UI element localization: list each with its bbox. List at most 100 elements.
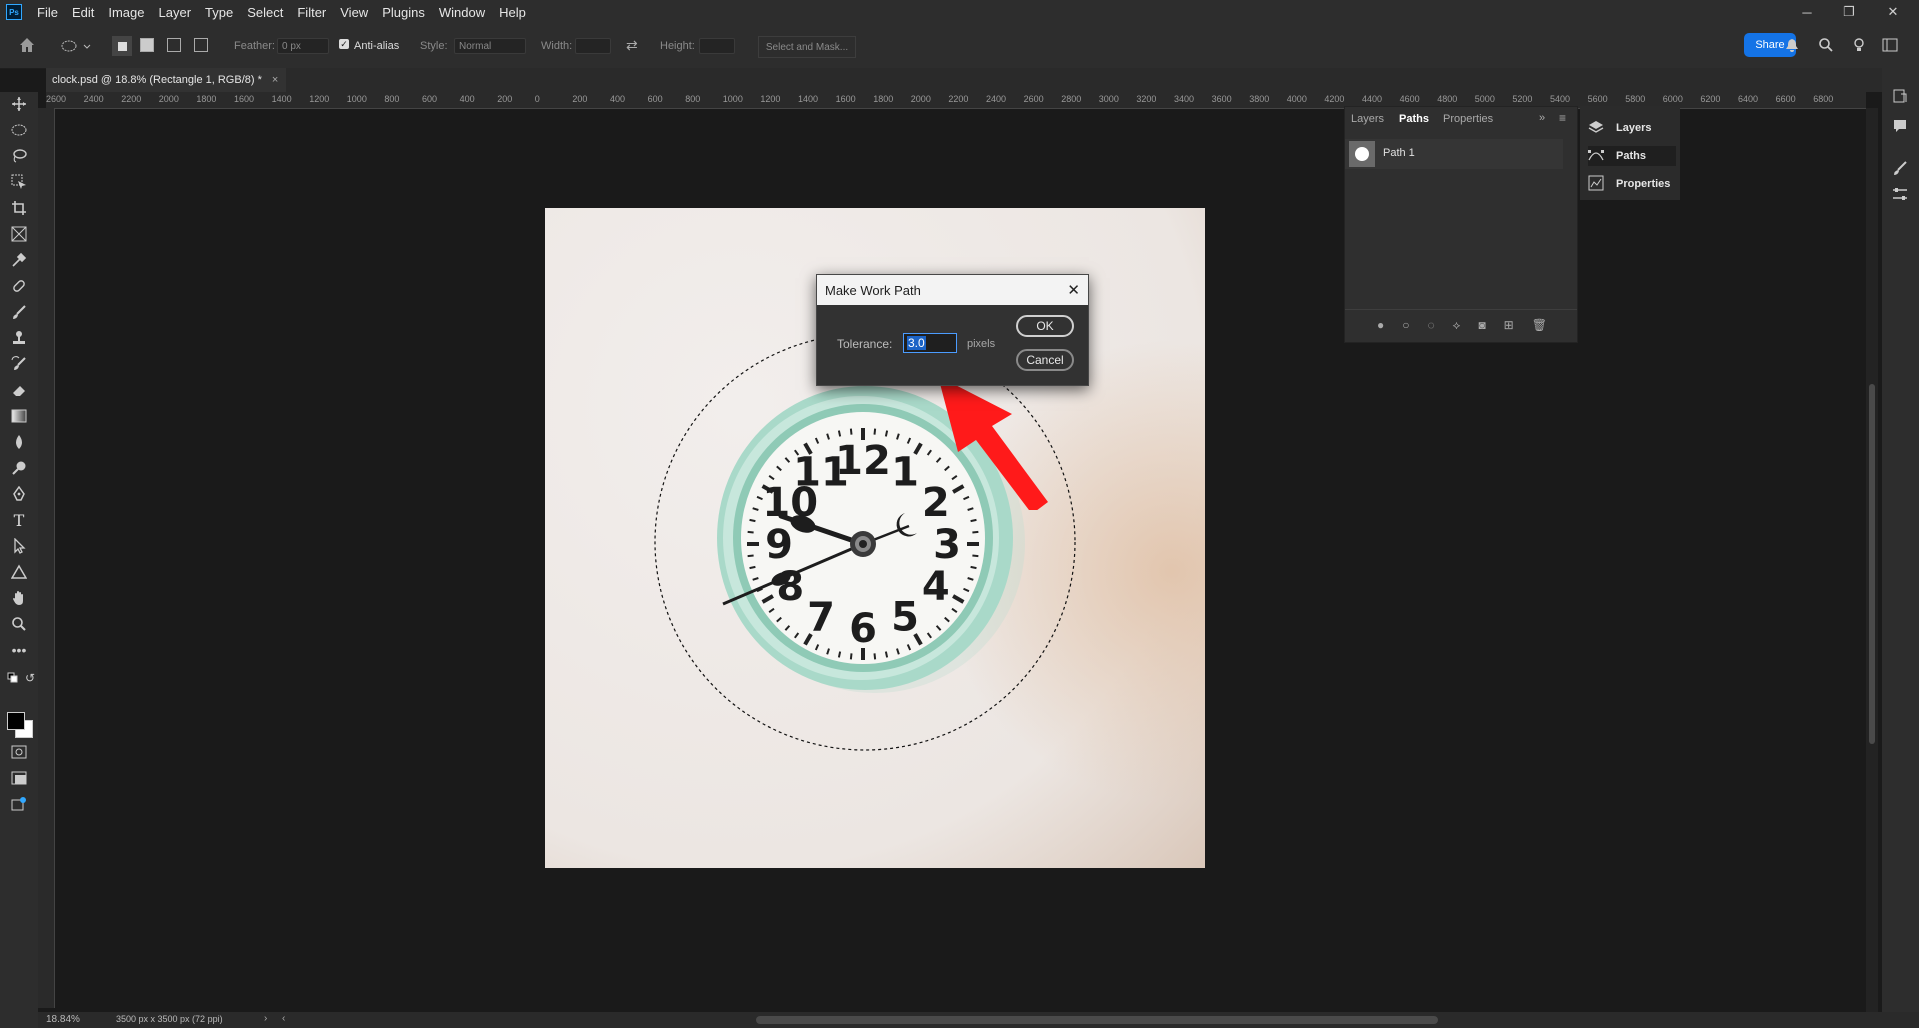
shape-tool-icon[interactable] bbox=[9, 562, 29, 582]
clock-tick bbox=[849, 428, 853, 435]
add-selection-icon[interactable] bbox=[140, 38, 154, 52]
menu-edit[interactable]: Edit bbox=[65, 5, 101, 20]
frame-tool-icon[interactable] bbox=[9, 224, 29, 244]
menu-plugins[interactable]: Plugins bbox=[375, 5, 432, 20]
edit-toolbar-icon[interactable] bbox=[9, 794, 29, 814]
history-brush-icon[interactable] bbox=[9, 354, 29, 374]
vertical-scrollbar[interactable] bbox=[1866, 108, 1878, 1012]
vertical-scroll-thumb[interactable] bbox=[1869, 384, 1875, 744]
status-expand-icon[interactable]: › bbox=[264, 1013, 267, 1024]
cancel-button[interactable]: Cancel bbox=[1016, 349, 1074, 371]
dock-label-paths: Paths bbox=[1616, 150, 1646, 162]
clock-tick bbox=[884, 651, 889, 658]
feather-input[interactable]: 0 px bbox=[277, 38, 329, 54]
panel-menu-icon[interactable]: ≡ bbox=[1559, 111, 1566, 125]
eyedropper-tool-icon[interactable] bbox=[9, 250, 29, 270]
new-path-icon[interactable]: ⊞ bbox=[1504, 318, 1514, 332]
style-select[interactable]: Normal bbox=[454, 38, 526, 54]
document-tab-close-icon[interactable]: × bbox=[272, 74, 278, 86]
document-tab-bar: clock.psd @ 18.8% (Rectangle 1, RGB/8) *… bbox=[46, 68, 1919, 92]
discover-lightbulb-icon[interactable] bbox=[1851, 36, 1867, 59]
ok-button[interactable]: OK bbox=[1016, 315, 1074, 337]
history-panel-icon[interactable] bbox=[1892, 88, 1908, 109]
more-tools-icon[interactable]: ••• bbox=[9, 640, 29, 660]
gradient-tool-icon[interactable] bbox=[9, 406, 29, 426]
ruler-label: 1200 bbox=[309, 94, 330, 104]
ruler-label: 400 bbox=[459, 94, 475, 104]
height-input[interactable] bbox=[699, 38, 735, 54]
path-row[interactable]: Path 1 bbox=[1345, 139, 1563, 169]
menu-filter[interactable]: Filter bbox=[290, 5, 333, 20]
ruler-label: 2600 bbox=[46, 94, 67, 104]
crop-tool-icon[interactable] bbox=[9, 198, 29, 218]
antialias-checkbox[interactable]: ✓ bbox=[339, 39, 349, 49]
horizontal-scroll-thumb[interactable] bbox=[756, 1016, 1438, 1024]
workspace-icon[interactable] bbox=[1882, 38, 1898, 57]
clone-stamp-tool-icon[interactable] bbox=[9, 328, 29, 348]
collapse-panels-icon[interactable]: » bbox=[1539, 112, 1545, 124]
dock-item-layers[interactable]: Layers bbox=[1588, 118, 1676, 138]
fill-path-icon[interactable]: ● bbox=[1377, 318, 1384, 332]
object-selection-tool-icon[interactable] bbox=[9, 172, 29, 192]
hand-tool-icon[interactable] bbox=[9, 588, 29, 608]
tools-panel: T ••• ↺ bbox=[0, 92, 38, 1028]
screen-mode-icon[interactable] bbox=[9, 768, 29, 788]
menu-layer[interactable]: Layer bbox=[152, 5, 199, 20]
stroke-path-icon[interactable]: ○ bbox=[1402, 318, 1409, 332]
brush-settings-icon[interactable] bbox=[1892, 160, 1908, 181]
menu-type[interactable]: Type bbox=[198, 5, 240, 20]
load-as-selection-icon[interactable]: ◌ bbox=[1427, 318, 1434, 332]
ruler-label: 1800 bbox=[196, 94, 217, 104]
swap-dimensions-icon[interactable]: ⇄ bbox=[626, 37, 638, 54]
window-close-icon[interactable]: ✕ bbox=[1870, 0, 1916, 24]
width-input[interactable] bbox=[575, 38, 611, 54]
menu-help[interactable]: Help bbox=[492, 5, 533, 20]
ellipse-marquee-preset-icon[interactable] bbox=[60, 38, 92, 54]
eraser-tool-icon[interactable] bbox=[9, 380, 29, 400]
pen-tool-icon[interactable] bbox=[9, 484, 29, 504]
menu-image[interactable]: Image bbox=[101, 5, 151, 20]
scroll-left-icon[interactable]: ‹ bbox=[282, 1013, 285, 1024]
brush-tool-icon[interactable] bbox=[9, 302, 29, 322]
dock-item-paths[interactable]: Paths bbox=[1588, 146, 1676, 166]
lasso-tool-icon[interactable] bbox=[9, 146, 29, 166]
blur-tool-icon[interactable] bbox=[9, 432, 29, 452]
new-selection-icon[interactable] bbox=[112, 36, 132, 56]
document-tab[interactable]: clock.psd @ 18.8% (Rectangle 1, RGB/8) *… bbox=[46, 68, 287, 92]
dialog-close-icon[interactable]: ✕ bbox=[1067, 281, 1080, 299]
home-icon[interactable] bbox=[18, 36, 38, 56]
tab-layers[interactable]: Layers bbox=[1351, 113, 1384, 125]
tab-paths[interactable]: Paths bbox=[1399, 113, 1429, 125]
restore-icon[interactable]: ❐ bbox=[1826, 0, 1872, 24]
clock-tick bbox=[747, 530, 754, 534]
select-and-mask-button[interactable]: Select and Mask... bbox=[758, 36, 856, 58]
delete-path-icon[interactable]: 🗑 bbox=[1532, 318, 1547, 332]
quick-mask-icon[interactable] bbox=[9, 742, 29, 762]
type-tool-icon[interactable]: T bbox=[9, 510, 29, 530]
spot-healing-brush-icon[interactable] bbox=[9, 276, 29, 296]
adjustments-sliders-icon[interactable] bbox=[1892, 186, 1908, 207]
menu-select[interactable]: Select bbox=[240, 5, 290, 20]
intersect-selection-icon[interactable] bbox=[194, 38, 208, 52]
menu-file[interactable]: File bbox=[30, 5, 65, 20]
tab-properties[interactable]: Properties bbox=[1443, 113, 1493, 125]
subtract-selection-icon[interactable] bbox=[167, 38, 181, 52]
swap-colors-icon[interactable]: ↺ bbox=[20, 668, 40, 688]
search-icon[interactable] bbox=[1818, 37, 1834, 58]
menu-window[interactable]: Window bbox=[432, 5, 492, 20]
dock-item-properties[interactable]: Properties bbox=[1588, 174, 1676, 194]
make-work-path-icon[interactable]: ⟡ bbox=[1453, 318, 1461, 333]
add-mask-icon[interactable]: ◙ bbox=[1478, 318, 1485, 332]
foreground-color-swatch[interactable] bbox=[7, 712, 25, 730]
zoom-level[interactable]: 18.84% bbox=[46, 1014, 80, 1025]
notifications-bell-icon[interactable] bbox=[1784, 37, 1800, 58]
move-tool-icon[interactable] bbox=[9, 94, 29, 114]
tolerance-input[interactable]: 3.0 bbox=[903, 333, 957, 353]
zoom-tool-icon[interactable] bbox=[9, 614, 29, 634]
path-selection-tool-icon[interactable] bbox=[9, 536, 29, 556]
dodge-tool-icon[interactable] bbox=[9, 458, 29, 478]
comments-icon[interactable] bbox=[1892, 118, 1908, 139]
minimize-icon[interactable]: ─ bbox=[1784, 0, 1830, 24]
elliptical-marquee-tool-icon[interactable] bbox=[9, 120, 29, 140]
menu-view[interactable]: View bbox=[333, 5, 375, 20]
